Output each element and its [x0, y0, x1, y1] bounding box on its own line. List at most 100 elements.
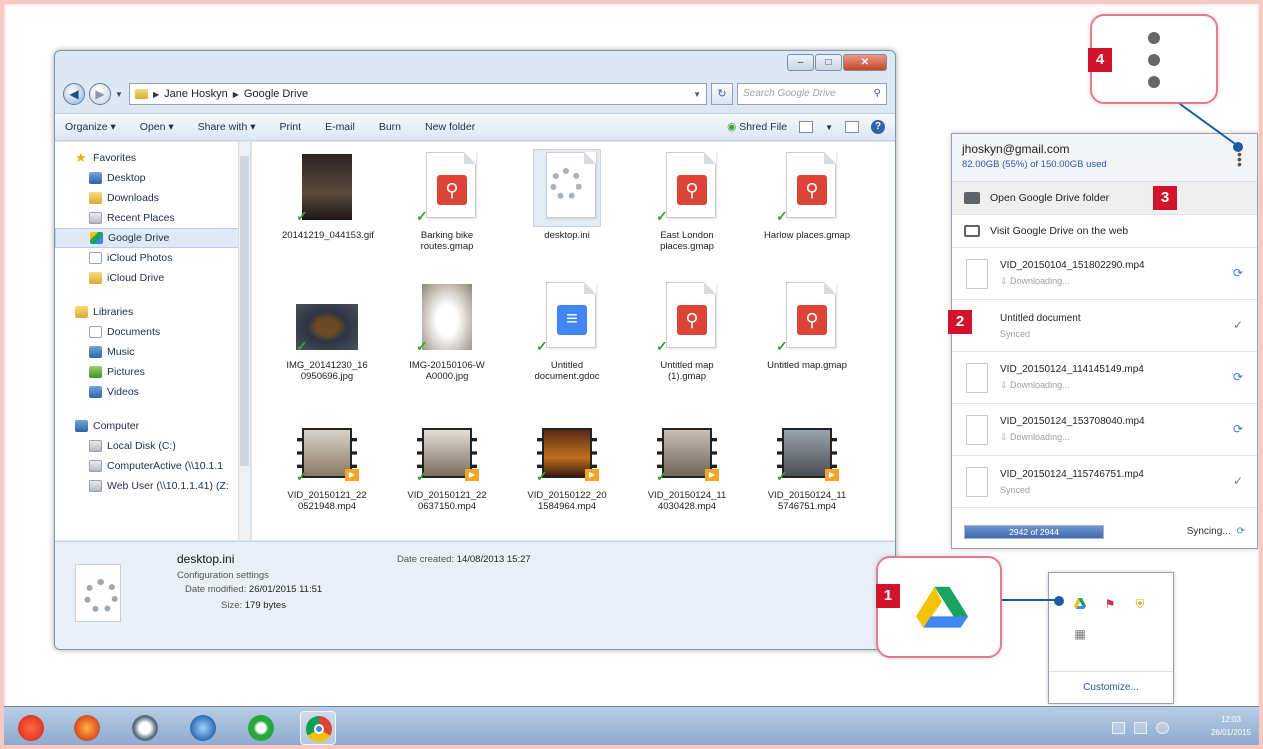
nav-item-local-disk[interactable]: Local Disk (C:)	[55, 436, 250, 456]
file-thumbnail: ⚲ ✓	[654, 150, 720, 226]
nav-item-icloud-photos[interactable]: iCloud Photos	[55, 248, 250, 268]
google-drive-tray-icon[interactable]	[1073, 597, 1087, 611]
forward-button[interactable]: ▶	[89, 83, 111, 105]
new-folder-button[interactable]: New folder	[425, 121, 475, 133]
sync-list-item[interactable]: VID_20150124_153708040.mp4 ⇩ Downloading.…	[952, 404, 1257, 456]
file-name: 20141219_044153.gif	[282, 230, 374, 241]
synced-check-icon: ✓	[1232, 474, 1243, 488]
app-icon[interactable]	[132, 715, 158, 741]
address-dropdown-icon[interactable]: ▼	[693, 90, 701, 99]
shred-file-button[interactable]: ◉ Shred File	[727, 121, 787, 133]
storage-usage[interactable]: 82.00GB (55%) of 150.00GB used	[962, 159, 1247, 170]
sync-list-item[interactable]: Untitled document Synced ✓	[952, 300, 1257, 352]
sync-list-item[interactable]: VID_20150124_114145149.mp4 ⇩ Downloading.…	[952, 352, 1257, 404]
view-options-icon[interactable]	[799, 121, 814, 133]
file-thumbnail: ✓	[414, 280, 480, 356]
nav-item-videos[interactable]: Videos	[55, 382, 250, 402]
file-item[interactable]: ≡ ✓ Untitled document.gdoc	[522, 280, 612, 382]
visit-drive-web-item[interactable]: Visit Google Drive on the web	[952, 215, 1257, 248]
preview-pane-icon[interactable]	[845, 121, 859, 133]
file-item[interactable]: ⚲ ✓ Harlow places.gmap	[762, 150, 852, 241]
details-created-value: 14/08/2013 15:27	[456, 554, 531, 565]
address-bar[interactable]: ▶ Jane Hoskyn ▶ Google Drive ▼	[129, 83, 707, 105]
system-clock[interactable]: 12:03 26/01/2015	[1211, 713, 1251, 739]
open-menu[interactable]: Open ▾	[140, 121, 174, 133]
globe-app-icon[interactable]	[190, 715, 216, 741]
device-tray-icon[interactable]: ▦	[1073, 627, 1087, 641]
nav-favorites[interactable]: ★ Favorites	[55, 148, 250, 168]
file-thumbnail: ✓	[294, 280, 360, 356]
synced-check-icon: ✓	[1232, 318, 1243, 332]
print-button[interactable]: Print	[279, 121, 301, 133]
nav-scrollbar[interactable]	[238, 142, 250, 540]
breadcrumb-separator: ▶	[153, 89, 160, 99]
burn-button[interactable]: Burn	[379, 121, 401, 133]
file-item[interactable]: ▶ ✓ VID_20150122_20 1584964.mp4	[522, 410, 612, 512]
breadcrumb-jane-hoskyn[interactable]: Jane Hoskyn	[164, 88, 228, 100]
nav-item-icloud-drive[interactable]: iCloud Drive	[55, 268, 250, 288]
nav-item-label: iCloud Drive	[107, 272, 165, 284]
file-item[interactable]: ✓ IMG-20150106-W A0000.jpg	[402, 280, 492, 382]
nav-item-computeractive[interactable]: ComputerActive (\\10.1.1	[55, 456, 250, 476]
nav-item-recent-places[interactable]: Recent Places	[55, 208, 250, 228]
file-item[interactable]: ✓ IMG_20141230_16 0950696.jpg	[282, 280, 372, 382]
nav-item-documents[interactable]: Documents	[55, 322, 250, 342]
sync-list-item[interactable]: VID_20150104_151802290.mp4 ⇩ Downloading.…	[952, 248, 1257, 300]
email-button[interactable]: E-mail	[325, 121, 355, 133]
downloads-icon	[89, 192, 102, 204]
play-icon: ▶	[825, 469, 839, 481]
minimize-button[interactable]: –	[787, 54, 814, 71]
share-with-menu[interactable]: Share with ▾	[198, 121, 256, 133]
recent-pages-dropdown[interactable]: ▼	[115, 90, 125, 99]
green-app-icon[interactable]	[248, 715, 274, 741]
file-item[interactable]: ⚲ ✓ East London places.gmap	[642, 150, 732, 252]
organize-menu[interactable]: Organize ▾	[65, 121, 116, 133]
start-app-icon[interactable]	[18, 715, 44, 741]
chrome-taskbar-button[interactable]	[300, 711, 336, 745]
nav-item-music[interactable]: Music	[55, 342, 250, 362]
close-button[interactable]: ✕	[843, 54, 887, 71]
flag-icon[interactable]	[1134, 722, 1147, 734]
file-item[interactable]: ▶ ✓ VID_20150121_22 0521948.mp4	[282, 410, 372, 512]
view-dropdown-icon[interactable]: ▼	[825, 123, 833, 132]
flag-tray-icon[interactable]: ⚑	[1103, 597, 1117, 611]
nav-libraries[interactable]: Libraries	[55, 302, 250, 322]
file-item-selected[interactable]: desktop.ini	[522, 149, 612, 241]
icloud-photos-icon	[89, 252, 102, 264]
sync-item-status: Synced	[1000, 484, 1031, 495]
nav-item-web-user[interactable]: Web User (\\10.1.1.41) (Z:	[55, 476, 250, 496]
open-drive-folder-item[interactable]: Open Google Drive folder	[952, 182, 1257, 215]
search-input[interactable]: Search Google Drive ⚲	[737, 83, 887, 105]
file-item[interactable]: ⚲ ✓ Untitled map.gmap	[762, 280, 852, 371]
file-item[interactable]: ⚲ ✓ Barking bike routes.gmap	[402, 150, 492, 252]
nav-item-downloads[interactable]: Downloads	[55, 188, 250, 208]
file-thumbnail: ⚲ ✓	[774, 150, 840, 226]
file-item[interactable]: ✓ 20141219_044153.gif	[282, 150, 374, 241]
customize-link[interactable]: Customize...	[1049, 671, 1173, 703]
shield-tray-icon[interactable]: ⛨	[1133, 597, 1147, 611]
nav-computer[interactable]: Computer	[55, 416, 250, 436]
nav-scrollbar-thumb[interactable]	[240, 156, 249, 466]
maximize-button[interactable]: □	[815, 54, 842, 71]
command-bar: Organize ▾ Open ▾ Share with ▾ Print E-m…	[55, 113, 895, 141]
file-item[interactable]: ▶ ✓ VID_20150121_22 0637150.mp4	[402, 410, 492, 512]
help-icon[interactable]: ?	[871, 120, 885, 134]
nav-item-label: ComputerActive (\\10.1.1	[107, 460, 224, 472]
sync-list-item[interactable]: VID_20150124_115746751.mp4 Synced ✓	[952, 456, 1257, 508]
back-button[interactable]: ◀	[63, 83, 85, 105]
nav-item-google-drive[interactable]: Google Drive	[55, 228, 250, 248]
volume-icon[interactable]	[1156, 722, 1169, 734]
computer-icon	[75, 420, 88, 432]
document-page-icon: ≡	[546, 282, 596, 348]
file-item[interactable]: ▶ ✓ VID_20150124_11 4030428.mp4	[642, 410, 732, 512]
file-item[interactable]: ▶ ✓ VID_20150124_11 5746751.mp4	[762, 410, 852, 512]
nav-item-desktop[interactable]: Desktop	[55, 168, 250, 188]
breadcrumb-google-drive[interactable]: Google Drive	[244, 88, 308, 100]
nav-item-pictures[interactable]: Pictures	[55, 362, 250, 382]
more-options-icon[interactable]: • • •	[1237, 147, 1243, 171]
firefox-icon[interactable]	[74, 715, 100, 741]
nav-item-label: Pictures	[107, 366, 145, 378]
refresh-button[interactable]: ↻	[711, 83, 733, 105]
action-center-icon[interactable]	[1112, 722, 1125, 734]
file-item[interactable]: ⚲ ✓ Untitled map (1).gmap	[642, 280, 732, 382]
